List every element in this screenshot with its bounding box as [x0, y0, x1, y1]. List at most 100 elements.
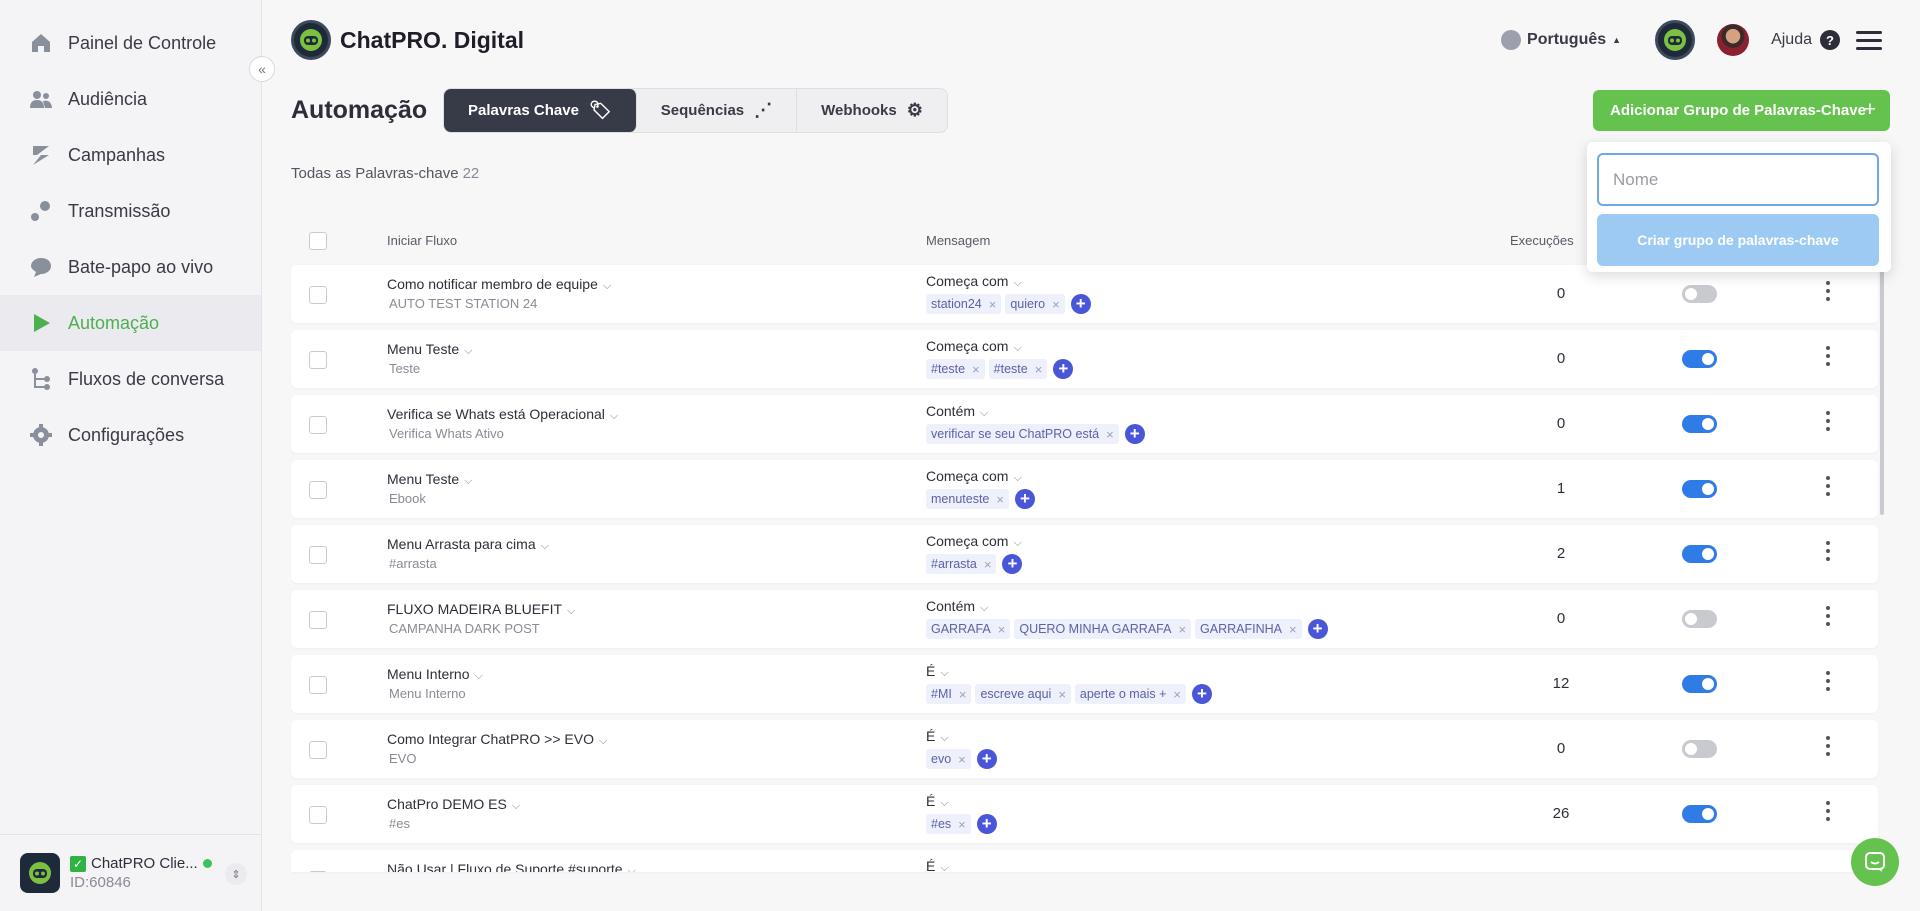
remove-keyword-icon[interactable]: × — [1289, 622, 1297, 637]
sidebar-item-fluxos-de-conversa[interactable]: Fluxos de conversa — [0, 351, 261, 407]
condition-selector[interactable]: Começa com ⌵ — [926, 338, 1022, 355]
remove-keyword-icon[interactable]: × — [1035, 362, 1043, 377]
condition-selector[interactable]: Contém ⌵ — [926, 598, 988, 615]
remove-keyword-icon[interactable]: × — [1058, 687, 1066, 702]
bot-avatar[interactable] — [1655, 20, 1696, 60]
row-checkbox[interactable] — [309, 741, 327, 759]
active-toggle[interactable] — [1682, 675, 1717, 693]
flow-name-selector[interactable]: Como notificar membro de equipe ⌵ — [387, 276, 611, 293]
support-chat-button[interactable] — [1851, 838, 1899, 886]
condition-selector[interactable]: É ⌵ — [926, 728, 949, 745]
row-checkbox[interactable] — [309, 806, 327, 824]
remove-keyword-icon[interactable]: × — [989, 297, 997, 312]
brand[interactable]: ChatPRO. Digital — [291, 20, 524, 60]
flow-name-selector[interactable]: Como Integrar ChatPRO >> EVO ⌵ — [387, 731, 607, 748]
row-checkbox[interactable] — [309, 611, 327, 629]
flow-name-selector[interactable]: Menu Arrasta para cima ⌵ — [387, 536, 549, 553]
active-toggle[interactable] — [1682, 480, 1717, 498]
row-checkbox[interactable] — [309, 676, 327, 694]
remove-keyword-icon[interactable]: × — [998, 622, 1006, 637]
add-keyword-button[interactable]: + — [1124, 424, 1145, 444]
add-keyword-group-button[interactable]: Adicionar Grupo de Palavras-Chave + — [1593, 90, 1890, 131]
flow-name-selector[interactable]: Não Usar | Fluxo de Suporte #suporte ⌵ — [387, 861, 636, 872]
user-avatar[interactable] — [1717, 24, 1750, 56]
create-keyword-group-button[interactable]: Criar grupo de palavras-chave — [1597, 214, 1879, 266]
row-checkbox[interactable] — [309, 416, 327, 434]
more-options-icon[interactable] — [1823, 281, 1833, 301]
sidebar-item-transmiss-o[interactable]: Transmissão — [0, 183, 261, 239]
language-selector[interactable]: Português ▲ — [1501, 30, 1621, 50]
flow-name-selector[interactable]: ChatPro DEMO ES ⌵ — [387, 796, 520, 813]
sidebar-item-bate-papo-ao-vivo[interactable]: Bate-papo ao vivo — [0, 239, 261, 295]
account-switcher[interactable]: ✓ ChatPRO Clie... ID:60846 ⇕ — [0, 834, 261, 911]
more-options-icon[interactable] — [1823, 541, 1833, 561]
condition-selector[interactable]: Começa com ⌵ — [926, 468, 1022, 485]
help-link[interactable]: Ajuda ? — [1771, 30, 1840, 50]
column-header-message[interactable]: Mensagem — [926, 233, 990, 248]
more-options-icon[interactable] — [1823, 476, 1833, 496]
flow-name-selector[interactable]: FLUXO MADEIRA BLUEFIT ⌵ — [387, 601, 575, 618]
sidebar-item-audi-ncia[interactable]: Audiência — [0, 71, 261, 127]
sidebar-item-configura-es[interactable]: Configurações — [0, 407, 261, 463]
remove-keyword-icon[interactable]: × — [1173, 687, 1181, 702]
group-name-input[interactable] — [1597, 153, 1879, 206]
active-toggle[interactable] — [1682, 285, 1717, 303]
active-toggle[interactable] — [1682, 350, 1717, 368]
sidebar-item-automa-o[interactable]: Automação — [0, 295, 261, 351]
hamburger-menu-icon[interactable] — [1856, 30, 1882, 50]
more-options-icon[interactable] — [1823, 736, 1833, 756]
more-options-icon[interactable] — [1823, 801, 1833, 821]
column-header-executions[interactable]: Execuções — [1510, 233, 1574, 248]
row-checkbox[interactable] — [309, 481, 327, 499]
select-all-checkbox[interactable] — [309, 232, 327, 250]
flow-name-selector[interactable]: Menu Teste ⌵ — [387, 471, 472, 488]
remove-keyword-icon[interactable]: × — [958, 752, 966, 767]
remove-keyword-icon[interactable]: × — [1178, 622, 1186, 637]
condition-selector[interactable]: É ⌵ — [926, 663, 949, 680]
add-keyword-button[interactable]: + — [1053, 359, 1074, 379]
remove-keyword-icon[interactable]: × — [1052, 297, 1060, 312]
tab-palavras-chave[interactable]: Palavras Chave 🏷 — [444, 89, 637, 132]
condition-selector[interactable]: Contém ⌵ — [926, 403, 988, 420]
add-keyword-button[interactable]: + — [1002, 554, 1023, 574]
active-toggle[interactable] — [1682, 805, 1717, 823]
active-toggle[interactable] — [1682, 545, 1717, 563]
tab-sequ-ncias[interactable]: Sequências ⋰ — [637, 89, 798, 132]
tab-webhooks[interactable]: Webhooks ⚙ — [797, 89, 947, 132]
add-keyword-button[interactable]: + — [976, 814, 997, 834]
active-toggle[interactable] — [1682, 610, 1717, 628]
add-keyword-button[interactable]: + — [976, 749, 997, 769]
column-header-flow[interactable]: Iniciar Fluxo — [387, 233, 457, 248]
remove-keyword-icon[interactable]: × — [972, 362, 980, 377]
row-checkbox[interactable] — [309, 351, 327, 369]
remove-keyword-icon[interactable]: × — [996, 492, 1004, 507]
add-keyword-button[interactable]: + — [1014, 489, 1035, 509]
table-scrollbar[interactable] — [1880, 265, 1884, 515]
condition-selector[interactable]: Começa com ⌵ — [926, 533, 1022, 550]
remove-keyword-icon[interactable]: × — [959, 687, 967, 702]
remove-keyword-icon[interactable]: × — [984, 557, 992, 572]
flow-name-selector[interactable]: Menu Teste ⌵ — [387, 341, 472, 358]
remove-keyword-icon[interactable]: × — [1106, 427, 1114, 442]
add-keyword-button[interactable]: + — [1070, 294, 1091, 314]
condition-selector[interactable]: Começa com ⌵ — [926, 273, 1022, 290]
add-keyword-button[interactable]: + — [1307, 619, 1328, 639]
row-checkbox[interactable] — [309, 871, 327, 872]
condition-selector[interactable]: É ⌵ — [926, 793, 949, 810]
more-options-icon[interactable] — [1823, 346, 1833, 366]
sidebar-item-campanhas[interactable]: Campanhas — [0, 127, 261, 183]
active-toggle[interactable] — [1682, 415, 1717, 433]
more-options-icon[interactable] — [1823, 671, 1833, 691]
flow-name-selector[interactable]: Verifica se Whats está Operacional ⌵ — [387, 406, 618, 423]
more-options-icon[interactable] — [1823, 606, 1833, 626]
row-checkbox[interactable] — [309, 286, 327, 304]
sidebar-item-painel-de-controle[interactable]: Painel de Controle — [0, 15, 261, 71]
account-switch-icon[interactable]: ⇕ — [225, 863, 247, 885]
more-options-icon[interactable] — [1823, 411, 1833, 431]
condition-selector[interactable]: É ⌵ — [926, 858, 949, 872]
add-keyword-button[interactable]: + — [1192, 684, 1213, 704]
collapse-sidebar-button[interactable]: « — [249, 56, 275, 82]
row-checkbox[interactable] — [309, 546, 327, 564]
remove-keyword-icon[interactable]: × — [958, 817, 966, 832]
flow-name-selector[interactable]: Menu Interno ⌵ — [387, 666, 483, 683]
